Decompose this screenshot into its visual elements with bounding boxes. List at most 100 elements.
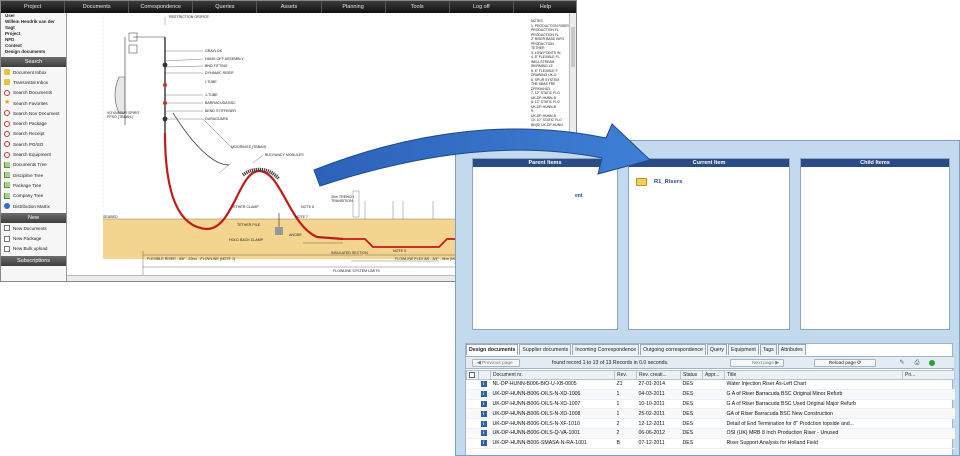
label-flexible-riser: FLEXIBLE RISER - 8/6" - 22km - FLOWLINE … [147,257,236,261]
column-header[interactable]: Title [724,370,903,380]
sidebar-item-distribution-matrix[interactable]: Distribution Matrix [1,201,66,211]
status-cell: DES [680,408,703,420]
tab-design-documents[interactable]: Design documents [466,344,519,355]
menu-item-tools[interactable]: Tools [386,1,450,13]
scrollbar-thumb[interactable] [571,27,575,67]
status-green-icon[interactable] [929,360,935,366]
info-cell: i [478,379,491,390]
column-header[interactable]: Rev. creati... [636,370,681,380]
table-row[interactable]: i NL-DP-HUNN-B006-BIO-U-XB-0005 Z1 27-01-20… [466,379,955,390]
sidebar-item-package-tree[interactable]: Package Tree [1,180,66,190]
label-restriction-orifice: RESTRICTION ORIFICE [169,15,209,19]
column-header[interactable]: Document nr. [490,370,615,380]
sidebar-item-new-bulk-upload[interactable]: New Bulk upload [1,244,66,254]
row-select-cell [466,389,479,400]
label-j-tube: J-TUBE [205,93,218,97]
sidebar-item-search-receipt[interactable]: Search Receipt [1,129,66,139]
menu-item-assets[interactable]: Assets [257,1,322,13]
label-note-7: NOTE 7 [295,215,308,219]
document-info-icon[interactable]: i [480,440,487,447]
title-cell: Riser Support Analysis for Holland Field [724,438,903,449]
table-row[interactable]: i UK-DP-HUNN-B006-OILS-N-XD-1008 1 25-02-20… [466,408,955,420]
previous-page-button[interactable]: ◀ Previous page [472,359,520,367]
tools-icon[interactable]: ✎ [898,359,906,367]
table-row[interactable]: i UK-DP-HUNN-B006-OILS-N-XF-1010 2 12-12-20… [466,418,955,429]
user-context-line: Design documents [5,49,46,54]
label-duraguard: DURAGUARD [205,117,229,121]
menu-item-queries[interactable]: Queries [193,1,258,13]
tab-attributes[interactable]: Attributes [777,344,806,355]
label-hang-off: HANG-OFF ASSEMBLY [205,57,244,61]
sidebar-item-discipline-tree[interactable]: Discipline Tree [1,170,66,180]
label-insulated: INSULATED SECTION [331,251,368,255]
sidebar-item-company-tree[interactable]: Company Tree [1,191,66,201]
column-header[interactable]: Pri... [902,370,955,380]
sidebar-item-new-package[interactable]: New Package [1,233,66,243]
print-icon[interactable]: ⎙ [913,359,921,367]
tree-icon [4,182,10,189]
search-menu-list: Document Inbox Transmittal Inbox Search Do… [1,67,66,211]
revision-date-cell: 27-01-2014 [636,379,681,390]
tab-outgoing-correspondence[interactable]: Outgoing correspondence [640,344,706,355]
document-info-icon[interactable]: i [480,410,487,417]
next-page-button[interactable]: Next page ▶ [730,359,784,367]
menu-item-project[interactable]: Project [1,1,66,13]
tab-query[interactable]: Query [706,344,727,355]
select-all-checkbox[interactable] [469,371,475,378]
document-icon [4,235,10,242]
menu-item-log-off[interactable]: Log off [450,1,514,13]
menu-item-planning[interactable]: Planning [322,1,386,13]
reload-page-button[interactable]: Reload page ⟳ [814,359,876,367]
table-row[interactable]: i UK-DP-HUNN-B006-OILS-N-XD-1007 1 10-10-20… [466,399,955,410]
tree-icon [4,192,10,199]
sidebar-item-transmittal-inbox[interactable]: Transmittal Inbox [1,77,66,87]
current-item-entry[interactable]: R1_Risers [636,178,789,186]
document-info-icon[interactable]: i [480,430,487,437]
sidebar-item-document-inbox[interactable]: Document Inbox [1,67,66,77]
row-select-cell [466,418,479,429]
tab-incoming-correspondence[interactable]: Incoming Correspondence [572,344,640,355]
subscriptions-section-header: Subscriptions [1,256,66,267]
sidebar-item-search-documents[interactable]: Search Documents [1,88,66,98]
star-icon: ★ [4,99,11,107]
menu-item-correspondence[interactable]: Correspondence [129,1,194,13]
column-header[interactable]: Rev. [614,370,637,380]
document-info-icon[interactable]: i [480,420,487,427]
approval-cell [702,438,725,449]
table-row[interactable]: i UK-DP-HUNN-B006-OILS-N-XD-1006 1 04-03-20… [466,389,955,400]
left-sidebar: User Willem Hendrik van der Sagt Project NF… [1,13,67,281]
title-cell: OSI (UK) MRB 8 Inch Production Riser - U… [724,428,903,439]
priority-cell [902,438,955,449]
sidebar-item-new-documents[interactable]: New Documents [1,223,66,233]
user-context-block: User Willem Hendrik van der Sagt Project NF… [1,13,66,55]
user-context-line: Willem Hendrik van der Sagt [5,19,55,30]
tab-tags[interactable]: Tags [759,344,777,355]
tab-supplier-documents[interactable]: Supplier documents [519,344,572,355]
search-icon [4,110,10,117]
priority-cell [902,428,955,439]
document-number-cell: UK-DP-HUNN-B006-OILS-Q-VA-1001 [490,428,615,439]
document-info-icon[interactable]: i [480,400,487,407]
column-header[interactable] [466,370,479,380]
folder-icon [4,69,10,76]
sidebar-item-search-non-document[interactable]: Search Non Document [1,108,66,118]
sidebar-item-search-favorites[interactable]: ★ Search Favorites [1,98,66,108]
sidebar-item-search-po-so[interactable]: Search PO/SO [1,139,66,149]
sidebar-item-search-equipment[interactable]: Search Equipment [1,149,66,159]
priority-cell [902,418,955,429]
table-row[interactable]: i UK-DP-HUNN-B006-SMASA-N-RA-1001 B 07-12-2… [466,438,955,449]
column-header[interactable]: Appr... [702,370,725,380]
menu-item-documents[interactable]: Documents [65,1,130,13]
document-info-icon[interactable]: i [480,391,487,398]
column-header[interactable] [478,370,491,380]
sidebar-item-search-package[interactable]: Search Package [1,118,66,128]
menu-item-help[interactable]: Help [514,1,576,13]
sidebar-item-documents-tree[interactable]: Documents Tree [1,160,66,170]
table-row[interactable]: i UK-DP-HUNN-B006-OILS-Q-VA-1001 2 06-06-20… [466,428,955,439]
label-bnd-fitting: BND FITTING [205,64,228,68]
new-menu-list: New Documents New Package New Bulk upload [1,223,66,254]
tab-equipment[interactable]: Equipment [727,344,759,355]
sidebar-item-label: Document Inbox [13,69,47,75]
document-info-icon[interactable]: i [480,381,487,388]
column-header[interactable]: Status [680,370,703,380]
